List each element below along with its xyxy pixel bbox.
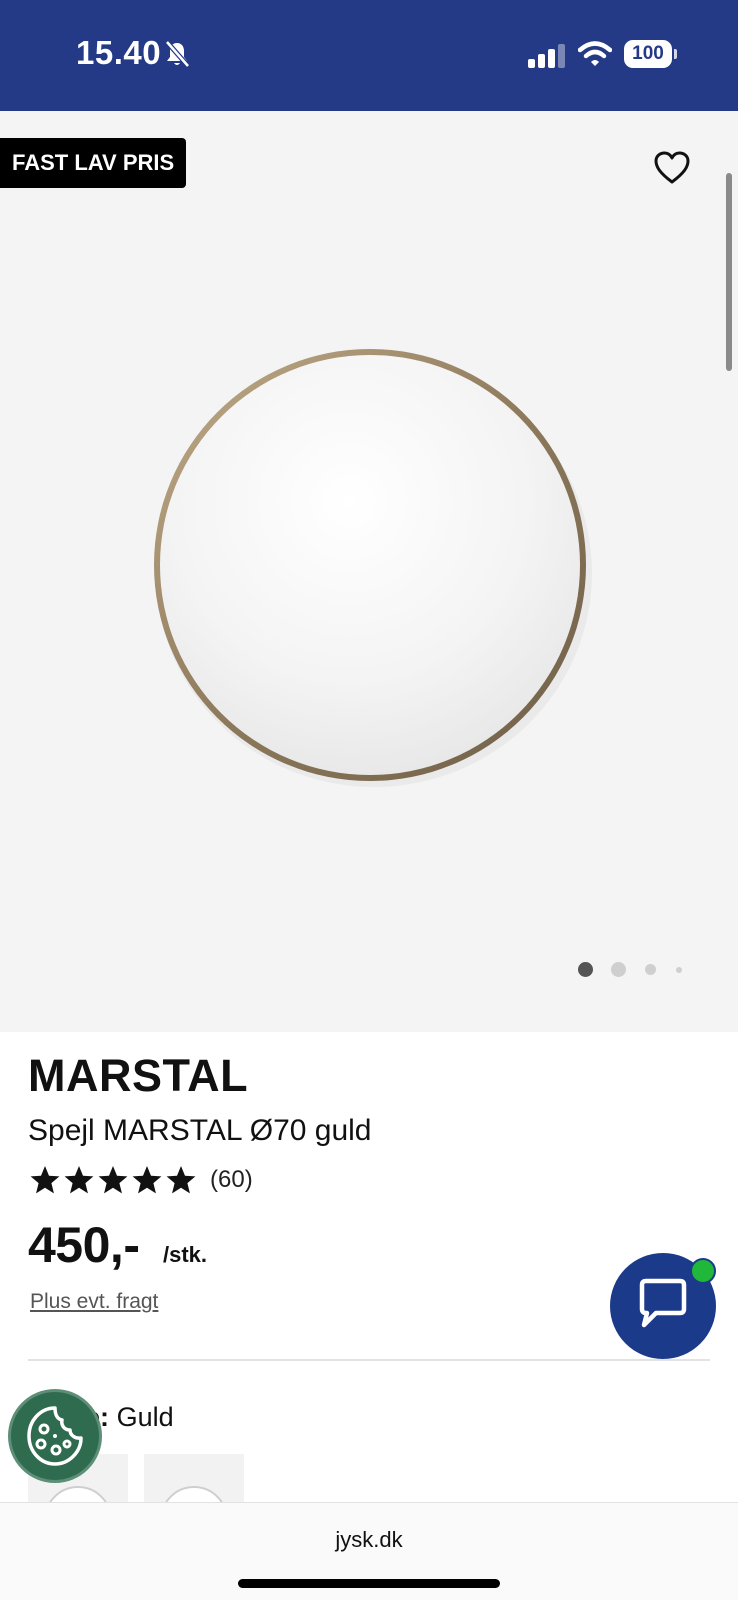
product-price: 450,- (28, 1217, 140, 1273)
status-time: 15.40 (76, 34, 162, 71)
star-icon (98, 1166, 128, 1194)
cellular-signal-icon (528, 44, 566, 73)
gallery-dot[interactable] (676, 967, 682, 973)
star-icon (166, 1166, 196, 1194)
browser-url-bar[interactable]: jysk.dk (0, 1502, 738, 1600)
color-swatch[interactable] (144, 1454, 244, 1504)
favorite-button[interactable] (652, 148, 692, 188)
gallery-scrollbar[interactable] (726, 173, 732, 371)
heart-icon (654, 151, 690, 184)
notification-dot (690, 1258, 716, 1284)
gallery-dot[interactable] (578, 962, 593, 977)
battery-indicator: 100 (624, 40, 677, 68)
star-icon (64, 1166, 94, 1194)
price-unit: /stk. (163, 1242, 208, 1267)
shipping-link[interactable]: Plus evt. fragt (30, 1290, 158, 1314)
price-badge: FAST LAV PRIS (0, 138, 187, 188)
gallery-dot[interactable] (611, 962, 626, 977)
battery-level: 100 (632, 43, 664, 64)
product-brand: MARSTAL (28, 1050, 249, 1101)
cookie-settings-button[interactable] (8, 1389, 102, 1483)
home-indicator[interactable] (238, 1579, 500, 1588)
star-icon (30, 1166, 60, 1194)
gallery-pagination[interactable] (576, 959, 696, 979)
product-image[interactable] (146, 341, 596, 791)
bell-slash-icon (164, 40, 190, 73)
status-bar: 15.40 100 (0, 0, 738, 111)
divider (28, 1359, 710, 1361)
review-count[interactable]: (60) (210, 1166, 253, 1194)
cookie-icon (27, 1406, 83, 1466)
color-value: Guld (116, 1402, 174, 1432)
wifi-icon (577, 40, 613, 73)
star-icon (132, 1166, 162, 1194)
gallery-dot[interactable] (645, 964, 656, 975)
product-rating[interactable]: (60) (28, 1162, 253, 1198)
product-name: Spejl MARSTAL Ø70 guld (28, 1114, 372, 1147)
product-gallery[interactable]: FAST LAV PRIS (0, 111, 738, 1032)
url-label[interactable]: jysk.dk (0, 1527, 738, 1553)
